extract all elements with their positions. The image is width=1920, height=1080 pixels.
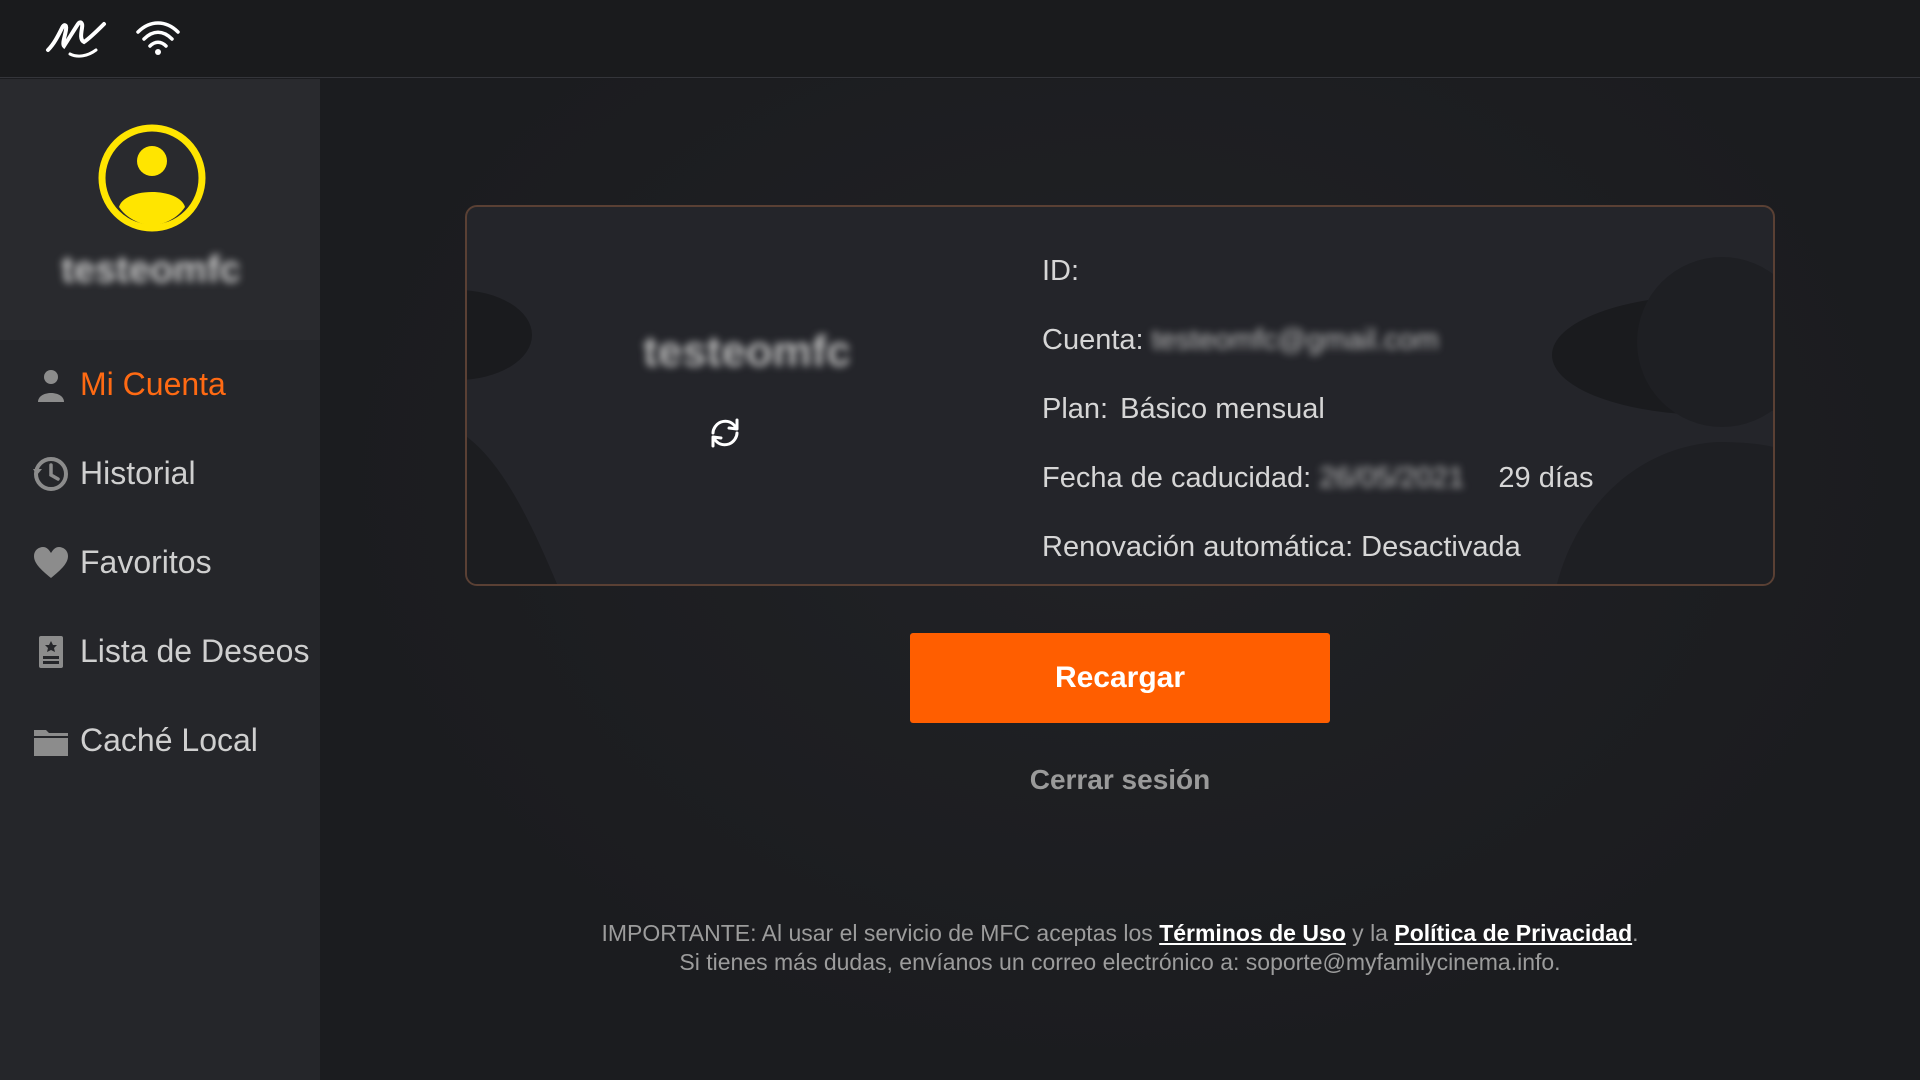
user-icon [38, 369, 64, 402]
expiry-value: 26/05/2021 [1319, 462, 1465, 494]
wishlist-icon [39, 635, 63, 668]
days-left: 29 días [1498, 462, 1594, 494]
renewal-label: Renovación automática: [1042, 531, 1354, 563]
refresh-icon[interactable] [707, 415, 743, 451]
sidebar-item-lista-de-deseos[interactable]: Lista de Deseos [0, 607, 320, 696]
sidebar-item-favoritos[interactable]: Favoritos [0, 518, 320, 607]
sidebar: testeomfc Mi Cuenta Historial Favoritos [0, 79, 320, 1080]
footer-prefix: IMPORTANTE: Al usar el servicio de MFC a… [601, 920, 1160, 946]
id-label: ID: [1042, 255, 1080, 287]
footer-notice: IMPORTANTE: Al usar el servicio de MFC a… [320, 919, 1920, 977]
heart-icon [34, 546, 68, 578]
sidebar-item-cache-local[interactable]: Caché Local [0, 696, 320, 785]
profile-section: testeomfc [0, 79, 320, 340]
expiry-label: Fecha de caducidad: [1042, 462, 1312, 494]
card-username: testeomfc [643, 327, 851, 376]
top-bar [0, 0, 1920, 78]
logout-link[interactable]: Cerrar sesión [910, 764, 1330, 796]
sidebar-item-label: Caché Local [80, 722, 258, 758]
renewal-value: Desactivada [1361, 531, 1521, 563]
sidebar-item-mi-cuenta[interactable]: Mi Cuenta [0, 340, 320, 429]
expiry-row: Fecha de caducidad: 26/05/2021 29 días [1042, 444, 1594, 513]
sidebar-item-historial[interactable]: Historial [0, 429, 320, 518]
terms-link[interactable]: Términos de Uso [1159, 920, 1346, 946]
footer-line-1: IMPORTANTE: Al usar el servicio de MFC a… [320, 919, 1920, 948]
history-icon [33, 456, 68, 491]
folder-icon [34, 729, 68, 756]
plan-value: Básico mensual [1120, 393, 1325, 425]
id-row: ID: [1042, 237, 1594, 306]
sidebar-item-label: Favoritos [80, 544, 212, 580]
plan-row: Plan: Básico mensual [1042, 375, 1594, 444]
sidebar-item-label: Historial [80, 455, 196, 491]
renewal-row: Renovación automática: Desactivada [1042, 513, 1594, 582]
account-card: testeomfc ID: Cuenta: testeomfc@gmail.co… [465, 205, 1775, 586]
account-value: testeomfc@gmail.com [1151, 324, 1439, 356]
footer-suffix: . [1632, 920, 1639, 946]
account-row: Cuenta: testeomfc@gmail.com [1042, 306, 1594, 375]
privacy-link[interactable]: Política de Privacidad [1394, 920, 1632, 946]
footer-line-2: Si tienes más dudas, envíanos un correo … [679, 949, 1561, 975]
sidebar-item-label: Mi Cuenta [80, 366, 226, 402]
account-info: ID: Cuenta: testeomfc@gmail.com Plan: Bá… [1042, 237, 1594, 582]
plan-label: Plan: [1042, 393, 1109, 425]
reload-button[interactable]: Recargar [910, 633, 1330, 723]
footer-mid: y la [1345, 920, 1395, 946]
main-content: testeomfc ID: Cuenta: testeomfc@gmail.co… [320, 79, 1920, 1080]
app-logo-icon [46, 20, 106, 58]
account-label: Cuenta: [1042, 324, 1144, 356]
avatar-icon[interactable] [97, 123, 207, 233]
sidebar-menu: Mi Cuenta Historial Favoritos Lista de D… [0, 340, 320, 785]
profile-username: testeomfc [61, 249, 241, 291]
wifi-icon [136, 21, 180, 55]
sidebar-item-label: Lista de Deseos [80, 633, 310, 669]
